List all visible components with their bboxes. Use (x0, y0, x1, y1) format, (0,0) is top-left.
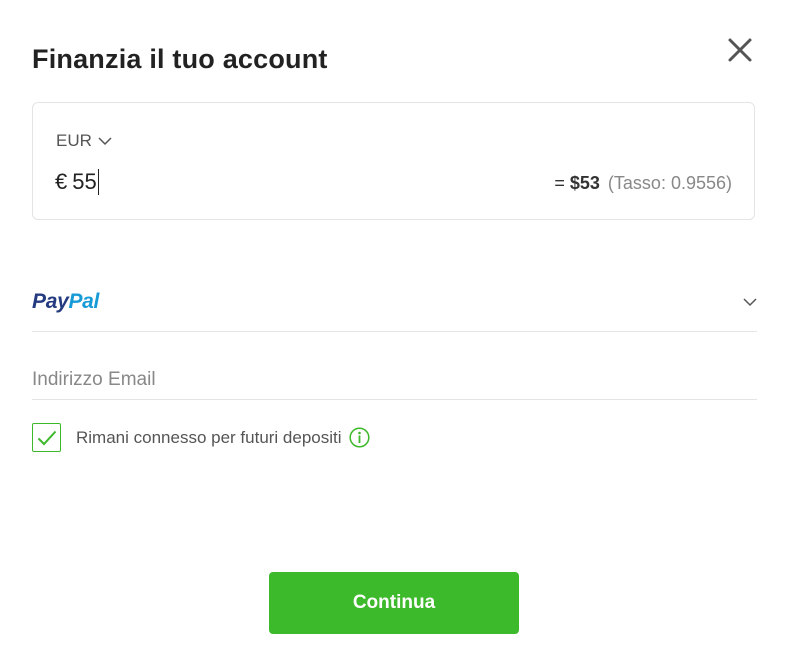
converted-value: $53 (569, 173, 600, 193)
currency-symbol: € (55, 169, 68, 194)
dialog-title: Finanzia il tuo account (32, 44, 328, 74)
paypal-logo: PayPal (32, 290, 99, 314)
exchange-rate: (Tasso: 0.9556) (607, 173, 732, 193)
continue-button[interactable]: Continua (269, 572, 519, 634)
amount-input[interactable]: € 55 (55, 169, 99, 195)
amount-card: EUR € 55 = $53 (Tasso: 0.9556) (32, 102, 755, 220)
info-icon[interactable] (348, 427, 370, 448)
close-icon (728, 38, 752, 62)
email-field[interactable] (32, 360, 757, 400)
checkmark-icon (37, 430, 56, 445)
remember-checkbox[interactable] (32, 423, 61, 452)
amount-value: 55 (72, 169, 97, 194)
chevron-down-icon (98, 136, 112, 145)
close-button[interactable] (724, 34, 756, 66)
remember-option: Rimani connesso per futuri depositi (32, 423, 370, 452)
currency-select[interactable]: EUR (56, 131, 112, 151)
chevron-down-icon (743, 298, 757, 307)
paypal-logo-pay: Pay (32, 290, 69, 313)
currency-label: EUR (56, 131, 92, 150)
converted-amount: = $53 (554, 173, 600, 194)
remember-label: Rimani connesso per futuri depositi (76, 427, 342, 447)
text-caret (97, 169, 99, 195)
payment-method-select[interactable]: PayPal (32, 278, 757, 332)
conversion-info: = $53 (Tasso: 0.9556) (554, 173, 732, 194)
paypal-logo-pal: Pal (68, 290, 100, 313)
converted-prefix: = (554, 173, 565, 193)
